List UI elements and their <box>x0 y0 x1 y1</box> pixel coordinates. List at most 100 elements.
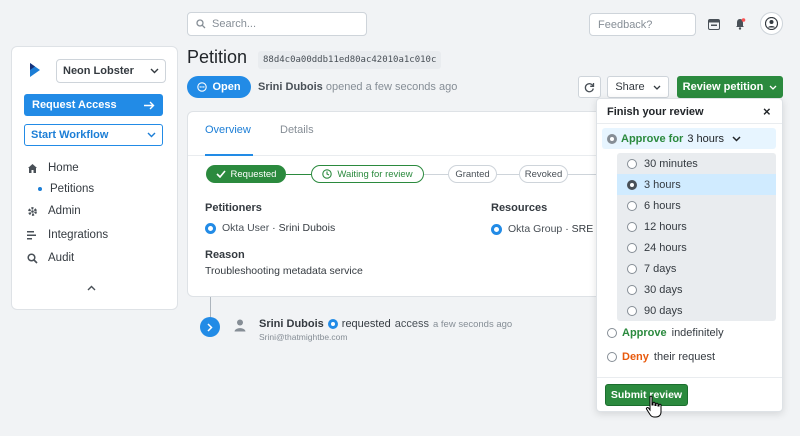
search-placeholder: Search... <box>212 18 257 30</box>
timeline-email: Srini@thatmightbe.com <box>259 332 348 342</box>
circle-dots-icon <box>197 82 208 92</box>
approve-for-value: 3 hours <box>687 132 725 145</box>
timeline-expand-button[interactable] <box>200 317 220 337</box>
status-label: Open <box>212 81 241 93</box>
approve-for-option[interactable]: Approve for 3 hours <box>602 128 776 149</box>
tab-active-indicator <box>205 154 253 156</box>
search-input[interactable]: Search... <box>187 12 367 36</box>
sidebar-item-label: Admin <box>48 205 81 217</box>
deny-suffix: their request <box>653 351 716 363</box>
reason-text: Troubleshooting metadata service <box>205 265 363 277</box>
bell-icon[interactable] <box>731 15 749 33</box>
search-icon <box>196 19 206 29</box>
user-icon <box>765 17 778 30</box>
radio-icon <box>627 179 637 190</box>
request-access-button[interactable]: Request Access <box>24 94 163 116</box>
duration-option[interactable]: 30 days <box>617 279 776 300</box>
clock-icon <box>322 169 333 179</box>
okta-icon <box>205 222 216 234</box>
radio-icon <box>627 305 637 316</box>
status-badge: Open <box>187 76 251 98</box>
radio-icon <box>627 158 637 169</box>
check-icon <box>215 170 226 178</box>
duration-option[interactable]: 6 hours <box>617 195 776 216</box>
timeline-time: a few seconds ago <box>432 318 513 330</box>
request-access-label: Request Access <box>32 99 117 111</box>
timeline-entry: Srini Dubois requested access a few seco… <box>259 318 512 330</box>
chevron-down-icon <box>147 132 156 138</box>
divider <box>597 377 782 378</box>
timeline-line <box>210 297 211 317</box>
duration-label: 24 hours <box>644 241 687 254</box>
org-select[interactable]: Neon Lobster <box>56 59 166 83</box>
gear-icon <box>26 205 38 217</box>
chevron-down-icon <box>732 135 741 142</box>
petitioner-name: Srini Dubois <box>278 222 336 234</box>
deny-label: Deny <box>622 351 649 363</box>
feedback-placeholder: Feedback? <box>598 18 653 31</box>
tab-overview[interactable]: Overview <box>205 124 251 136</box>
radio-icon <box>627 200 637 211</box>
petitioner-entry: Okta User · Srini Dubois <box>205 222 335 234</box>
deny-option[interactable]: Deny their request <box>607 351 715 363</box>
sidebar-item-integrations[interactable]: Integrations <box>26 229 108 241</box>
org-name: Neon Lobster <box>63 65 134 77</box>
refresh-icon <box>584 82 595 92</box>
user-menu-button[interactable] <box>760 12 783 35</box>
duration-label: 30 minutes <box>644 157 698 170</box>
chevron-down-icon <box>769 85 777 90</box>
radio-icon <box>607 328 617 338</box>
step-connector <box>424 174 448 175</box>
duration-option[interactable]: 90 days <box>617 300 776 321</box>
share-button[interactable]: Share <box>607 76 669 98</box>
petitioners-heading: Petitioners <box>205 202 262 214</box>
review-dropdown: Finish your review × Approve for 3 hours… <box>596 98 783 412</box>
step-connector <box>286 174 311 175</box>
start-workflow-label: Start Workflow <box>31 129 109 141</box>
duration-label: 90 days <box>644 304 683 317</box>
duration-option[interactable]: 24 hours <box>617 237 776 258</box>
duration-label: 7 days <box>644 262 677 275</box>
duration-option-selected[interactable]: 3 hours <box>617 174 776 195</box>
start-workflow-button[interactable]: Start Workflow <box>24 124 163 146</box>
duration-option[interactable]: 12 hours <box>617 216 776 237</box>
duration-label: 30 days <box>644 283 683 296</box>
petition-id-badge: 88d4c0a00ddb11ed80ac42010a1c010c <box>258 51 442 69</box>
reason-heading: Reason <box>205 249 245 261</box>
radio-icon <box>627 242 637 253</box>
review-petition-button[interactable]: Review petition <box>677 76 783 98</box>
chevron-up-icon[interactable] <box>87 285 96 291</box>
close-icon[interactable]: × <box>763 104 771 119</box>
sidebar-item-audit[interactable]: Audit <box>26 252 74 264</box>
sidebar-item-label: Home <box>48 162 79 174</box>
user-icon <box>234 319 246 335</box>
petition-card: Overview Details Requested Waiting for r… <box>187 111 608 297</box>
review-petition-label: Review petition <box>682 81 764 93</box>
refresh-button[interactable] <box>578 76 601 98</box>
duration-option[interactable]: 7 days <box>617 258 776 279</box>
approve-indefinitely-option[interactable]: Approve indefinitely <box>607 327 724 339</box>
feedback-input[interactable]: Feedback? <box>589 13 696 36</box>
duration-label: 6 hours <box>644 199 681 212</box>
sidebar-item-label: Petitions <box>50 183 95 195</box>
logo-icon <box>30 63 40 77</box>
chevron-right-icon <box>207 322 213 332</box>
terminal-icon[interactable] <box>705 15 723 33</box>
step-label: Waiting for review <box>337 168 413 180</box>
tab-details[interactable]: Details <box>280 124 314 136</box>
timeline-object: access <box>394 318 429 330</box>
sidebar-item-home[interactable]: Home <box>26 162 79 174</box>
opened-by-text: Srini Dubois opened a few seconds ago <box>258 81 457 93</box>
sidebar-item-petitions[interactable]: Petitions <box>38 183 94 195</box>
sidebar-item-admin[interactable]: Admin <box>26 205 81 217</box>
approve-for-label: Approve for <box>621 132 684 145</box>
approve-suffix: indefinitely <box>671 327 724 339</box>
radio-icon <box>627 284 637 295</box>
sidebar: Neon Lobster Request Access Start Workfl… <box>11 46 178 310</box>
duration-option[interactable]: 30 minutes <box>617 153 776 174</box>
resources-heading: Resources <box>491 202 548 214</box>
chevron-down-icon <box>150 68 159 74</box>
bullet-icon <box>38 187 42 191</box>
radio-icon <box>607 352 617 362</box>
chevron-down-icon <box>653 85 661 90</box>
